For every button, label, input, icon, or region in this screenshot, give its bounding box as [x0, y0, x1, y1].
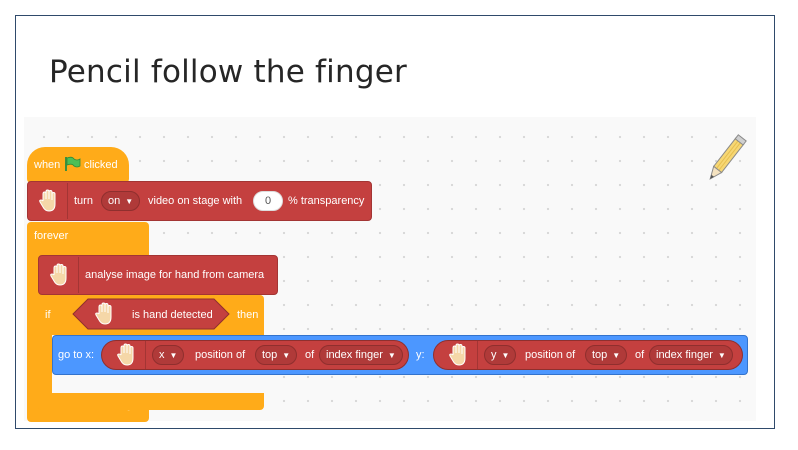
y-position-of-label: position of: [525, 349, 576, 361]
go-to-x-label: go to x:: [58, 349, 95, 361]
dropdown-caret-icon: ▼: [717, 350, 726, 360]
y-finger-dropdown[interactable]: index finger ▼: [649, 345, 733, 365]
slide: Pencil follow the finger forever ↻ when …: [15, 15, 775, 429]
is-hand-detected-label: is hand detected: [132, 309, 213, 321]
x-position-of-label: position of: [195, 349, 246, 361]
go-to-y-label: y:: [416, 349, 425, 361]
scratch-code-area[interactable]: forever ↻ when clicked turn on▼ video on…: [24, 117, 756, 422]
turn-label: turn: [74, 195, 93, 207]
hand-icon: [86, 299, 124, 329]
hat-clicked-label: clicked: [84, 159, 118, 171]
if-label: if: [45, 309, 51, 321]
y-of-label: of: [635, 349, 645, 361]
dropdown-caret-icon: ▼: [125, 196, 134, 206]
y-axis-dropdown[interactable]: y ▼: [484, 345, 517, 365]
hand-icon: [108, 340, 146, 370]
forever-label: forever: [34, 230, 69, 242]
pencil-icon[interactable]: [702, 132, 748, 188]
video-state-dropdown[interactable]: on ▼: [101, 191, 141, 211]
hand-icon: [41, 260, 79, 290]
slide-title: Pencil follow the finger: [49, 54, 407, 90]
dropdown-caret-icon: ▼: [387, 350, 396, 360]
x-part-dropdown[interactable]: top ▼: [255, 345, 298, 365]
then-label: then: [237, 309, 259, 321]
dropdown-caret-icon: ▼: [282, 350, 291, 360]
dropdown-caret-icon: ▼: [169, 350, 178, 360]
x-of-label: of: [305, 349, 315, 361]
y-part-dropdown[interactable]: top ▼: [585, 345, 628, 365]
dropdown-caret-icon: ▼: [501, 350, 510, 360]
x-finger-dropdown[interactable]: index finger ▼: [319, 345, 403, 365]
transparency-suffix-label: % transparency: [288, 195, 365, 207]
hand-icon: [30, 186, 68, 216]
x-axis-dropdown[interactable]: x ▼: [152, 345, 185, 365]
hand-icon: [440, 340, 478, 370]
hat-when-label: when: [34, 159, 61, 171]
video-stage-label: video on stage with: [148, 195, 243, 207]
transparency-input[interactable]: 0: [253, 191, 283, 211]
dropdown-caret-icon: ▼: [612, 350, 621, 360]
analyse-image-label: analyse image for hand from camera: [85, 269, 265, 281]
green-flag-icon: [65, 156, 81, 171]
